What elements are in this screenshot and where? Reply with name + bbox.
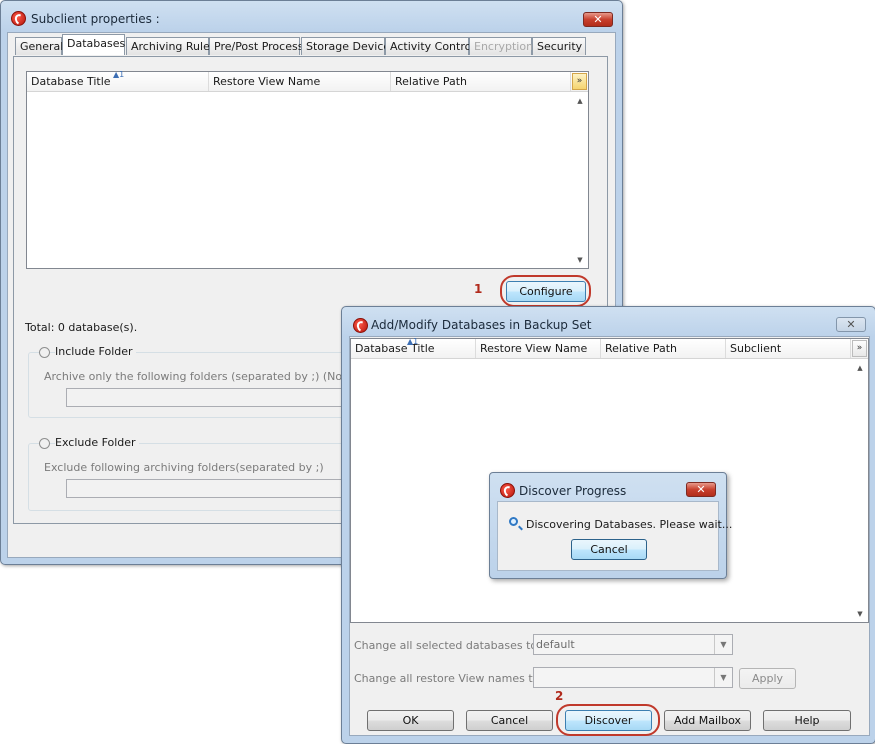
modify-grid-scrollbar[interactable]: ▲ ▼	[852, 360, 868, 622]
chevron-down-icon[interactable]: ▼	[714, 668, 732, 687]
include-folder-description: Archive only the following folders (sepa…	[44, 370, 388, 383]
ok-button[interactable]: OK	[367, 710, 454, 731]
close-icon[interactable]: ✕	[836, 317, 866, 332]
tab-general[interactable]: General	[15, 37, 63, 55]
change-databases-select[interactable]: default ▼	[533, 634, 733, 655]
cancel-button[interactable]: Cancel	[466, 710, 553, 731]
sort-ascending-icon: ▲1	[113, 70, 125, 79]
modify-grid-header: Database Title ▲1 Restore View Name Rela…	[351, 337, 868, 359]
tab-security[interactable]: Security	[532, 37, 586, 55]
close-icon[interactable]: ✕	[686, 482, 716, 497]
progress-title: Discover Progress	[519, 484, 627, 498]
progress-message: Discovering Databases. Please wait...	[526, 518, 733, 531]
column-restore-view-name[interactable]: Restore View Name	[209, 72, 391, 91]
exclude-folder-label: Exclude Folder	[55, 436, 139, 449]
tab-databases[interactable]: Databases	[62, 34, 125, 55]
include-folder-input[interactable]	[66, 388, 356, 407]
tab-archiving-rules[interactable]: Archiving Rules	[126, 37, 216, 55]
change-databases-value: default	[536, 638, 575, 651]
column-chooser-icon[interactable]: »	[852, 340, 867, 357]
app-icon	[11, 11, 26, 26]
grid-header: Database Title ▲1 Restore View Name Rela…	[27, 70, 588, 92]
app-icon	[500, 483, 515, 498]
tab-encryption: Encryption	[469, 37, 533, 55]
callout-number-1: 1	[474, 282, 483, 296]
exclude-folder-description: Exclude following archiving folders(sepa…	[44, 461, 324, 474]
include-folder-radio[interactable]	[39, 347, 50, 358]
magnifier-icon	[509, 517, 518, 526]
scroll-down-icon[interactable]: ▼	[852, 610, 868, 618]
discover-progress-dialog: Discover Progress ✕ Discovering Database…	[489, 472, 732, 579]
callout-number-2: 2	[555, 689, 564, 703]
grid-scrollbar[interactable]: ▲ ▼	[572, 93, 588, 268]
include-folder-label: Include Folder	[55, 345, 136, 358]
callout-2	[556, 704, 660, 736]
modify-title-bar[interactable]: Add/Modify Databases in Backup Set ✕	[342, 307, 875, 337]
column-database-title[interactable]: Database Title ▲1	[351, 337, 476, 358]
chevron-down-icon[interactable]: ▼	[714, 635, 732, 654]
total-databases-text: Total: 0 database(s).	[25, 321, 138, 334]
change-databases-label: Change all selected databases to:	[354, 639, 541, 652]
scroll-down-icon[interactable]: ▼	[572, 256, 588, 264]
exclude-folder-group	[28, 443, 360, 511]
tab-storage-device[interactable]: Storage Device	[301, 37, 390, 55]
sort-ascending-icon: ▲1	[407, 337, 419, 346]
change-views-label: Change all restore View names to:	[354, 672, 544, 685]
exclude-folder-radio[interactable]	[39, 438, 50, 449]
scroll-up-icon[interactable]: ▲	[572, 97, 588, 105]
progress-title-bar[interactable]: Discover Progress ✕	[490, 473, 726, 501]
close-icon[interactable]: ✕	[583, 12, 613, 27]
column-restore-view-name[interactable]: Restore View Name	[476, 339, 601, 358]
change-views-select[interactable]: ▼	[533, 667, 733, 688]
tab-activity-control[interactable]: Activity Control	[385, 37, 474, 55]
apply-button: Apply	[739, 668, 796, 689]
help-button[interactable]: Help	[763, 710, 851, 731]
modify-window-title: Add/Modify Databases in Backup Set	[371, 318, 592, 332]
exclude-folder-input[interactable]	[66, 479, 356, 498]
tab-pre-post-process[interactable]: Pre/Post Process	[209, 37, 303, 55]
column-relative-path[interactable]: Relative Path	[601, 339, 726, 358]
column-subclient[interactable]: Subclient	[726, 339, 851, 358]
column-relative-path[interactable]: Relative Path	[391, 72, 571, 91]
subclient-title-bar[interactable]: Subclient properties : ✕	[1, 1, 622, 31]
subclient-window-title: Subclient properties :	[31, 12, 160, 26]
progress-cancel-button[interactable]: Cancel	[571, 539, 647, 560]
tab-strip: General Databases Archiving Rules Pre/Po…	[13, 34, 603, 57]
scroll-up-icon[interactable]: ▲	[852, 364, 868, 372]
app-icon	[353, 318, 368, 333]
progress-client-area: Discovering Databases. Please wait... Ca…	[497, 501, 732, 571]
column-database-title[interactable]: Database Title ▲1	[27, 70, 209, 91]
include-folder-group	[28, 352, 360, 418]
databases-grid[interactable]: Database Title ▲1 Restore View Name Rela…	[26, 70, 589, 269]
column-chooser-icon[interactable]: »	[572, 73, 587, 90]
add-mailbox-button[interactable]: Add Mailbox	[664, 710, 751, 731]
callout-1	[500, 275, 591, 307]
